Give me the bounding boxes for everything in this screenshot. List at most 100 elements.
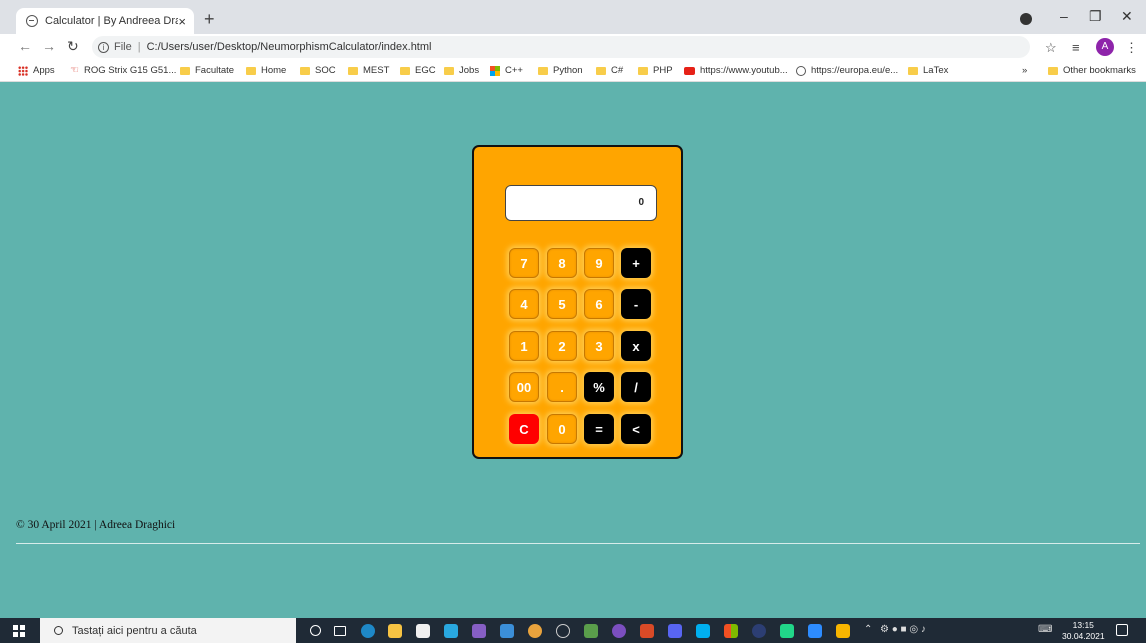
skype-icon[interactable] <box>696 624 710 638</box>
bookmark-item[interactable]: Facultate <box>180 65 234 76</box>
task-view-icon[interactable] <box>334 626 346 636</box>
key-4[interactable]: 4 <box>509 289 539 319</box>
bookmark-label: MEST <box>363 65 390 76</box>
mail-icon[interactable] <box>444 624 458 638</box>
taskbar-search[interactable]: Tastați aici pentru a căuta <box>40 618 296 643</box>
key-backspace[interactable]: < <box>621 414 651 444</box>
bookmark-label: C# <box>611 65 624 76</box>
bookmark-item[interactable]: LaTex <box>908 65 948 76</box>
taskbar-clock[interactable]: 13:15 30.04.2021 <box>1062 620 1105 642</box>
bookmark-item[interactable]: C# <box>596 65 623 76</box>
minimize-icon[interactable]: – <box>1060 8 1068 24</box>
incognito-icon[interactable] <box>1020 13 1032 25</box>
key-divide[interactable]: / <box>621 372 651 402</box>
info-icon[interactable]: i <box>98 41 109 53</box>
other-bookmarks[interactable]: Other bookmarks <box>1048 65 1136 76</box>
bookmark-item[interactable]: Home <box>246 65 286 76</box>
windows-start-icon[interactable] <box>13 625 25 637</box>
browser-tab[interactable]: Calculator | By Andreea Draghici × <box>16 8 194 34</box>
key-clear[interactable]: C <box>509 414 539 444</box>
key-minus[interactable]: - <box>621 289 651 319</box>
bookmark-label: Home <box>261 65 287 76</box>
menu-icon[interactable]: ⋮ <box>1125 40 1138 56</box>
discord-icon[interactable] <box>668 624 682 638</box>
app-icon[interactable] <box>612 624 626 638</box>
calculator: 0 7 8 9 + 4 5 6 - 1 2 3 x 00 . % / C 0 =… <box>472 145 683 459</box>
folder-icon <box>638 66 648 75</box>
footer-divider <box>16 543 1140 544</box>
file-explorer-icon[interactable] <box>388 624 402 638</box>
key-8[interactable]: 8 <box>547 248 577 278</box>
bookmark-label: Python <box>553 65 583 76</box>
bookmark-item[interactable]: ☜ ROG Strix G15 G51... <box>70 65 176 76</box>
keyboard-icon[interactable]: ⌨ <box>1038 624 1052 635</box>
key-2[interactable]: 2 <box>547 331 577 361</box>
bookmark-item[interactable]: EGC <box>400 65 436 76</box>
microsoft-icon[interactable] <box>724 624 738 638</box>
key-decimal[interactable]: . <box>547 372 577 402</box>
app-icon[interactable] <box>640 624 654 638</box>
chevron-up-icon[interactable]: ⌃ <box>864 624 872 635</box>
bookmark-item[interactable]: MEST <box>348 65 389 76</box>
rog-icon: ☜ <box>70 65 79 76</box>
bookmark-item[interactable]: PHP <box>638 65 673 76</box>
close-window-icon[interactable]: ✕ <box>1121 8 1133 25</box>
address-bar[interactable]: i File | C:/Users/user/Desktop/Neumorphi… <box>92 36 1030 58</box>
cortana-icon[interactable] <box>310 625 321 636</box>
edge-icon[interactable] <box>361 624 375 638</box>
bookmark-label: PHP <box>653 65 673 76</box>
new-tab-button[interactable]: + <box>204 9 215 30</box>
key-6[interactable]: 6 <box>584 289 614 319</box>
key-9[interactable]: 9 <box>584 248 614 278</box>
forward-icon[interactable]: → <box>42 38 56 54</box>
notification-icon[interactable] <box>1116 624 1128 636</box>
github-icon[interactable] <box>556 624 570 638</box>
apps-icon <box>18 65 28 76</box>
bookmark-item[interactable]: Python <box>538 65 583 76</box>
key-percent[interactable]: % <box>584 372 614 402</box>
store-icon[interactable] <box>416 624 430 638</box>
key-3[interactable]: 3 <box>584 331 614 361</box>
key-0[interactable]: 0 <box>547 414 577 444</box>
visual-studio-icon[interactable] <box>472 624 486 638</box>
key-equals[interactable]: = <box>584 414 614 444</box>
key-multiply[interactable]: x <box>621 331 651 361</box>
key-00[interactable]: 00 <box>509 372 539 402</box>
taskbar: Tastați aici pentru a căuta ⌃ ⚙ ● ■ ◎ ♪ … <box>0 618 1146 643</box>
address-url: C:/Users/user/Desktop/NeumorphismCalcula… <box>146 41 432 53</box>
zoom-icon[interactable] <box>808 624 822 638</box>
calculator-display: 0 <box>505 185 657 221</box>
bookmark-label: Jobs <box>459 65 480 76</box>
bookmarks-bar: Apps ☜ ROG Strix G15 G51... Facultate Hom… <box>0 60 1146 82</box>
minecraft-icon[interactable] <box>584 624 598 638</box>
bookmark-label: C++ <box>505 65 523 76</box>
bookmark-item[interactable]: C++ <box>490 65 523 76</box>
toolbar: ← → ↻ i File | C:/Users/user/Desktop/Neu… <box>0 34 1146 60</box>
more-bookmarks-button[interactable]: » <box>1022 65 1027 76</box>
key-plus[interactable]: + <box>621 248 651 278</box>
eclipse-icon[interactable] <box>752 624 766 638</box>
back-icon[interactable]: ← <box>18 38 32 54</box>
pycharm-icon[interactable] <box>780 624 794 638</box>
bookmark-item[interactable]: https://europa.eu/e... <box>796 65 898 76</box>
tab-close-button[interactable]: × <box>178 14 186 29</box>
system-tray-icons[interactable]: ⚙ ● ■ ◎ ♪ <box>880 624 926 635</box>
bookmark-label: SOC <box>315 65 336 76</box>
tab-title: Calculator | By Andreea Draghici <box>45 15 179 27</box>
bookmark-item[interactable]: SOC <box>300 65 336 76</box>
reading-list-icon[interactable]: ≡ <box>1072 40 1080 55</box>
bookmark-item[interactable]: Apps <box>18 65 55 76</box>
avatar[interactable]: A <box>1096 38 1114 56</box>
sublime-icon[interactable] <box>836 624 850 638</box>
key-5[interactable]: 5 <box>547 289 577 319</box>
address-scheme: File <box>114 41 132 53</box>
restore-icon[interactable]: ❐ <box>1089 8 1102 25</box>
outlook-icon[interactable] <box>500 624 514 638</box>
bookmark-star-icon[interactable]: ☆ <box>1045 40 1057 56</box>
bookmark-item[interactable]: Jobs <box>444 65 479 76</box>
key-1[interactable]: 1 <box>509 331 539 361</box>
chrome-icon[interactable] <box>528 624 542 638</box>
bookmark-item[interactable]: https://www.youtub... <box>684 65 788 76</box>
key-7[interactable]: 7 <box>509 248 539 278</box>
reload-icon[interactable]: ↻ <box>67 38 79 55</box>
